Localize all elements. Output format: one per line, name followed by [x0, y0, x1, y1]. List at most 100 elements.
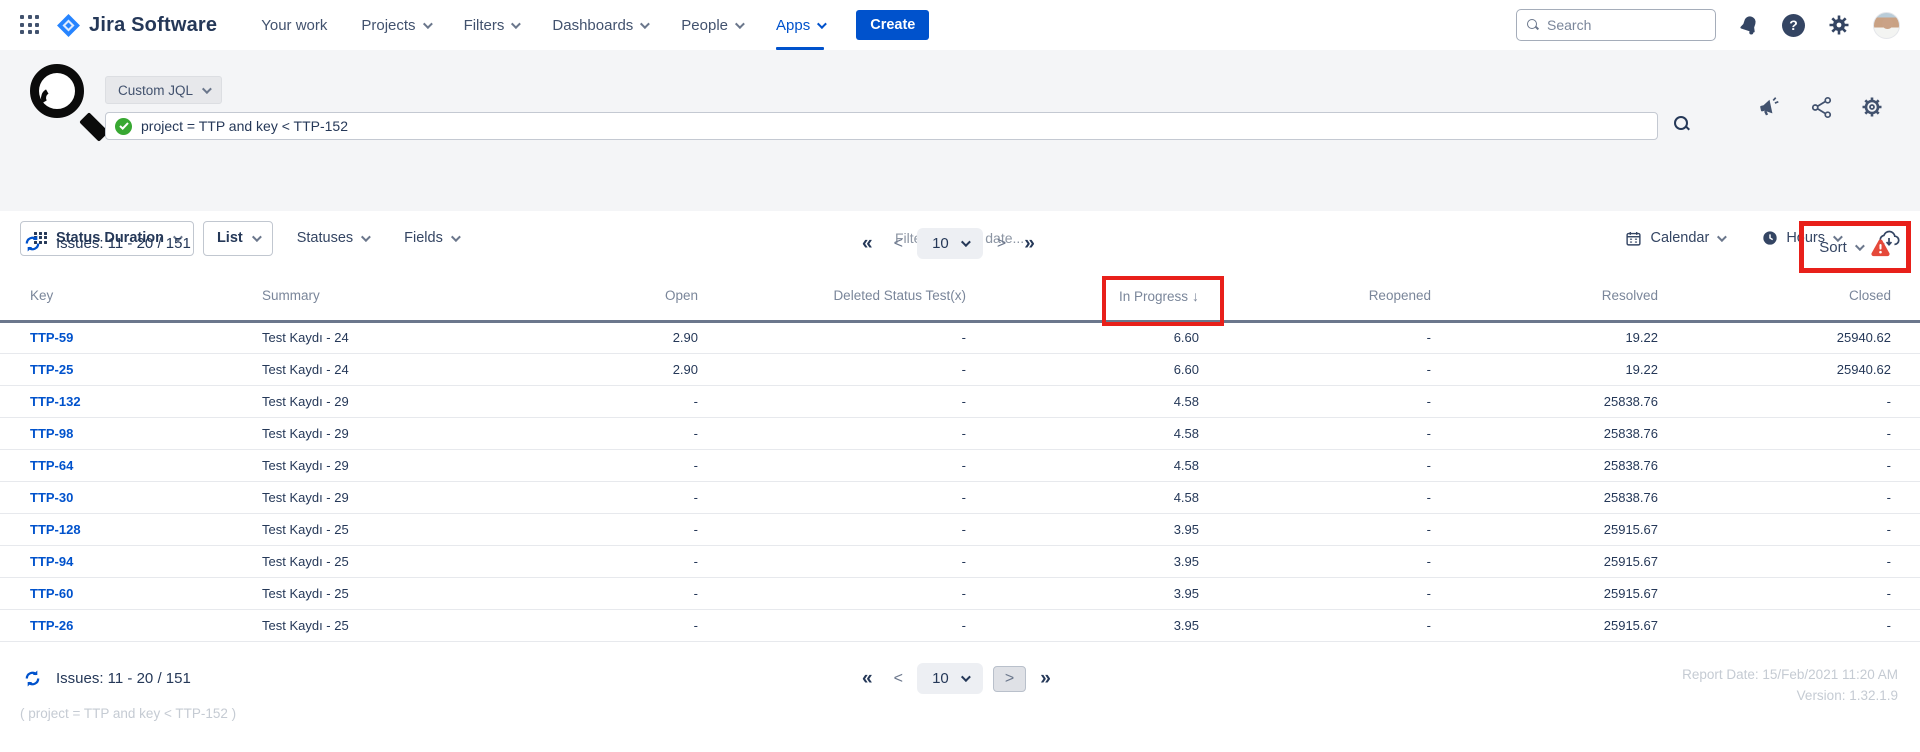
- view-label: List: [217, 230, 243, 246]
- resolved-cell: 25838.76: [1431, 449, 1658, 481]
- previous-page-button[interactable]: <: [894, 235, 903, 253]
- clock-icon: [1762, 230, 1778, 246]
- table-row[interactable]: TTP-94 Test Kaydı - 25 - - 3.95 - 25915.…: [0, 545, 1920, 577]
- refresh-icon[interactable]: [22, 233, 43, 254]
- jql-query-text: project = TTP and key < TTP-152: [141, 118, 348, 134]
- column-header-resolved[interactable]: Resolved: [1431, 283, 1658, 321]
- settings-gear-icon[interactable]: [1827, 13, 1851, 37]
- jira-logo[interactable]: Jira Software: [56, 13, 217, 38]
- statuses-label: Statuses: [297, 230, 353, 246]
- share-icon[interactable]: [1810, 96, 1833, 119]
- deleted-status-cell: -: [698, 545, 966, 577]
- table-row[interactable]: TTP-59 Test Kaydı - 24 2.90 - 6.60 - 19.…: [0, 321, 1920, 353]
- issue-key-link[interactable]: TTP-30: [30, 490, 73, 505]
- last-page-button[interactable]: »: [1040, 668, 1050, 690]
- nav-item-dashboards[interactable]: Dashboards: [552, 0, 647, 50]
- user-avatar[interactable]: [1873, 12, 1900, 39]
- in-progress-cell: 4.58: [966, 481, 1199, 513]
- issues-count-top: Issues: 11 - 20 / 151: [22, 233, 191, 254]
- issue-summary: Test Kaydı - 25: [262, 513, 550, 545]
- query-action-icons: [1757, 95, 1884, 119]
- issue-key-link[interactable]: TTP-26: [30, 618, 73, 633]
- table-row[interactable]: TTP-132 Test Kaydı - 29 - - 4.58 - 25838…: [0, 385, 1920, 417]
- deleted-status-cell: -: [698, 577, 966, 609]
- reopened-cell: -: [1199, 577, 1431, 609]
- last-page-button[interactable]: »: [1024, 233, 1034, 255]
- next-page-button[interactable]: >: [993, 666, 1026, 692]
- issue-summary: Test Kaydı - 29: [262, 385, 550, 417]
- column-header-in-progress[interactable]: In Progress↓: [966, 283, 1199, 321]
- table-row[interactable]: TTP-98 Test Kaydı - 29 - - 4.58 - 25838.…: [0, 417, 1920, 449]
- chevron-down-icon: [361, 232, 371, 242]
- sort-warning-icon[interactable]: [1870, 238, 1891, 257]
- notifications-bell-icon[interactable]: [1738, 13, 1760, 37]
- open-duration-cell: -: [550, 609, 698, 641]
- next-page-button[interactable]: >: [997, 235, 1006, 253]
- table-row[interactable]: TTP-26 Test Kaydı - 25 - - 3.95 - 25915.…: [0, 609, 1920, 641]
- refresh-icon[interactable]: [22, 668, 43, 689]
- issues-count-label: Issues: 11 - 20 / 151: [56, 235, 191, 252]
- global-search[interactable]: [1516, 9, 1716, 41]
- table-row[interactable]: TTP-64 Test Kaydı - 29 - - 4.58 - 25838.…: [0, 449, 1920, 481]
- issue-key-link[interactable]: TTP-64: [30, 458, 73, 473]
- report-date: Report Date: 15/Feb/2021 11:20 AM: [1682, 664, 1898, 685]
- sort-direction-arrow-icon: ↓: [1192, 288, 1199, 304]
- nav-item-filters[interactable]: Filters: [464, 0, 519, 50]
- issue-summary: Test Kaydı - 24: [262, 321, 550, 353]
- column-header-reopened[interactable]: Reopened: [1199, 283, 1431, 321]
- resolved-cell: 25838.76: [1431, 385, 1658, 417]
- page-size-select[interactable]: 10: [917, 228, 983, 259]
- nav-item-people[interactable]: People: [681, 0, 742, 50]
- issue-key-link[interactable]: TTP-25: [30, 362, 73, 377]
- first-page-button[interactable]: «: [862, 233, 872, 255]
- report-settings-gear-icon[interactable]: [1860, 95, 1884, 119]
- closed-cell: -: [1658, 449, 1920, 481]
- table-row[interactable]: TTP-25 Test Kaydı - 24 2.90 - 6.60 - 19.…: [0, 353, 1920, 385]
- view-dropdown[interactable]: List: [203, 221, 273, 256]
- sort-dropdown[interactable]: Sort: [1819, 239, 1847, 256]
- issue-key-link[interactable]: TTP-132: [30, 394, 81, 409]
- create-button[interactable]: Create: [856, 10, 929, 40]
- issue-key-link[interactable]: TTP-59: [30, 330, 73, 345]
- page-size-value: 10: [932, 235, 949, 252]
- open-duration-cell: 2.90: [550, 321, 698, 353]
- table-row[interactable]: TTP-30 Test Kaydı - 29 - - 4.58 - 25838.…: [0, 481, 1920, 513]
- deleted-status-cell: -: [698, 481, 966, 513]
- resolved-cell: 25915.67: [1431, 609, 1658, 641]
- closed-cell: -: [1658, 513, 1920, 545]
- page-size-select[interactable]: 10: [917, 663, 983, 694]
- previous-page-button[interactable]: <: [894, 670, 903, 688]
- issue-key-link[interactable]: TTP-94: [30, 554, 73, 569]
- closed-cell: -: [1658, 385, 1920, 417]
- column-header-open[interactable]: Open: [550, 283, 698, 321]
- issue-key-link[interactable]: TTP-98: [30, 426, 73, 441]
- fields-dropdown[interactable]: Fields: [404, 230, 458, 246]
- jql-input[interactable]: project = TTP and key < TTP-152: [105, 112, 1658, 140]
- column-header-deleted-status-test[interactable]: Deleted Status Test(x): [698, 283, 966, 321]
- issue-key-link[interactable]: TTP-128: [30, 522, 81, 537]
- column-header-closed[interactable]: Closed: [1658, 283, 1920, 321]
- query-mode-dropdown[interactable]: Custom JQL: [105, 76, 222, 104]
- open-duration-cell: -: [550, 385, 698, 417]
- nav-item-apps[interactable]: Apps: [776, 0, 824, 50]
- first-page-button[interactable]: «: [862, 668, 872, 690]
- column-header-summary[interactable]: Summary: [262, 283, 550, 321]
- app-switcher-icon[interactable]: [20, 15, 40, 35]
- table-row[interactable]: TTP-128 Test Kaydı - 25 - - 3.95 - 25915…: [0, 513, 1920, 545]
- statuses-dropdown[interactable]: Statuses: [297, 230, 368, 246]
- deleted-status-cell: -: [698, 321, 966, 353]
- nav-item-projects[interactable]: Projects: [361, 0, 429, 50]
- deleted-status-cell: -: [698, 609, 966, 641]
- issue-summary: Test Kaydı - 24: [262, 353, 550, 385]
- chevron-down-icon: [423, 19, 433, 29]
- nav-item-your-work[interactable]: Your work: [261, 0, 327, 50]
- chevron-down-icon: [451, 232, 461, 242]
- help-icon[interactable]: ?: [1782, 14, 1805, 37]
- table-row[interactable]: TTP-60 Test Kaydı - 25 - - 3.95 - 25915.…: [0, 577, 1920, 609]
- column-header-key[interactable]: Key: [0, 283, 262, 321]
- issue-key-link[interactable]: TTP-60: [30, 586, 73, 601]
- deleted-status-cell: -: [698, 353, 966, 385]
- announcement-megaphone-icon[interactable]: [1757, 95, 1783, 119]
- global-search-input[interactable]: [1547, 17, 1697, 33]
- calendar-dropdown[interactable]: Calendar: [1625, 230, 1724, 247]
